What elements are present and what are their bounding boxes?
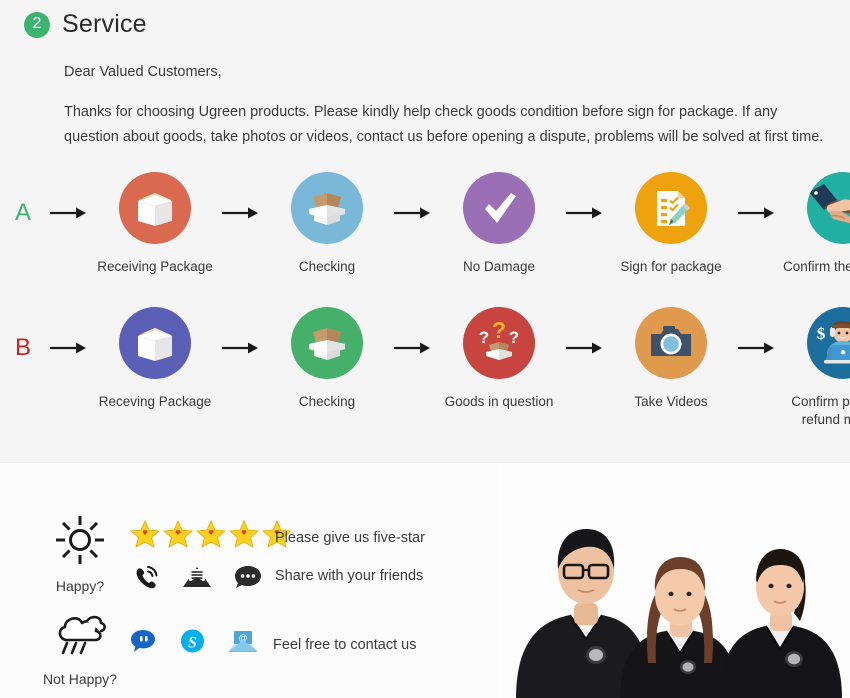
step-receiving-package-b: Receving Package [92,307,218,411]
open-box-icon [291,172,363,244]
arrow-icon [734,307,780,389]
closed-box-icon [119,172,191,244]
step-label: Checking [298,394,356,409]
arrow-icon [734,172,780,254]
sun-icon [53,513,107,572]
happy-block: Happy? [25,513,135,594]
star-icon[interactable] [130,519,160,554]
greeting-text: Dear Valued Customers, [64,64,222,80]
arrow-icon [390,307,436,389]
trademanager-icon[interactable] [130,628,157,659]
page-title: Service [62,10,147,38]
star-icon[interactable] [229,519,259,554]
intro-paragraph: Thanks for choosing Ugreen products. Ple… [64,104,824,145]
open-box-icon [291,307,363,379]
rain-cloud-icon [51,610,109,665]
step-label: Take Videos [634,394,708,409]
step-confirm-delivery: Confirm the delivery [780,172,850,276]
step-label: Receiving Package [97,259,213,274]
star-icon[interactable] [163,519,193,554]
five-star-message: Please give us five-star [275,530,425,546]
phone-ring-icon[interactable] [134,564,160,595]
signed-document-icon [635,172,707,244]
camera-icon [635,307,707,379]
svg-text:?: ? [509,328,519,347]
row-letter-b: B [14,334,31,361]
svg-text:S: S [188,635,197,652]
step-label: Receving Package [98,394,212,409]
svg-text:?: ? [479,328,489,347]
not-happy-block: Not Happy? [25,610,135,687]
step-label: Goods in question [444,394,554,409]
service-page: 2 Service Dear Valued Customers, Thanks … [0,0,850,698]
skype-icon[interactable]: S [179,628,206,659]
chat-bubble-icon[interactable] [234,565,262,594]
not-happy-label: Not Happy? [43,671,117,687]
arrow-icon [218,172,264,254]
closed-box-icon [119,307,191,379]
arrow-icon [562,307,608,389]
step-checking-b: Checking [264,307,390,411]
step-label: Checking [298,259,356,274]
step-label: No Damage [462,259,536,274]
step-goods-in-question: ? ? ? Goods in question [436,307,562,411]
step-receiving-package-a: Receiving Package [92,172,218,276]
row-letter-a: A [14,199,31,226]
step-label: Confirm the delivery [782,259,850,274]
section-number-badge: 2 [24,11,50,38]
share-message: Share with your friends [275,568,424,584]
step-no-damage: No Damage [436,172,562,276]
step-take-videos: Take Videos [608,307,734,411]
service-section: 2 Service Dear Valued Customers, Thanks … [0,0,850,462]
arrow-icon [46,172,92,254]
checkmark-icon [463,172,535,244]
email-at-icon[interactable]: @ [228,629,258,659]
arrow-icon [46,307,92,389]
star-rating[interactable] [130,519,292,554]
team-photo [498,463,850,698]
arrow-icon [562,172,608,254]
contact-section: Happy? Not Happy? S @ [0,462,850,698]
arrow-icon [390,172,436,254]
mail-open-icon[interactable] [182,565,212,594]
step-confirm-problem: $ $ [780,307,850,429]
arrow-icon [218,307,264,389]
step-label: Confirm problem, refund money [791,394,850,427]
svg-text:?: ? [492,317,506,343]
step-label: Sign for package [620,259,722,274]
contact-icons: S @ [130,628,258,659]
svg-text:$: $ [817,324,826,343]
contact-message: Feel free to contact us [273,637,417,653]
flow-row-b: B Receving Package Checking ? ? ? Goods … [0,307,850,429]
share-icons [134,564,262,595]
handshake-icon [807,172,850,244]
step-sign-for-package: Sign for package [608,172,734,276]
section-header: 2 Service [24,10,147,39]
happy-label: Happy? [55,578,105,594]
support-agent-icon: $ $ [807,307,850,379]
step-checking-a: Checking [264,172,390,276]
question-box-icon: ? ? ? [463,307,535,379]
flow-row-a: A Receiving Package Checking No Damage S… [0,172,850,276]
star-icon[interactable] [196,519,226,554]
